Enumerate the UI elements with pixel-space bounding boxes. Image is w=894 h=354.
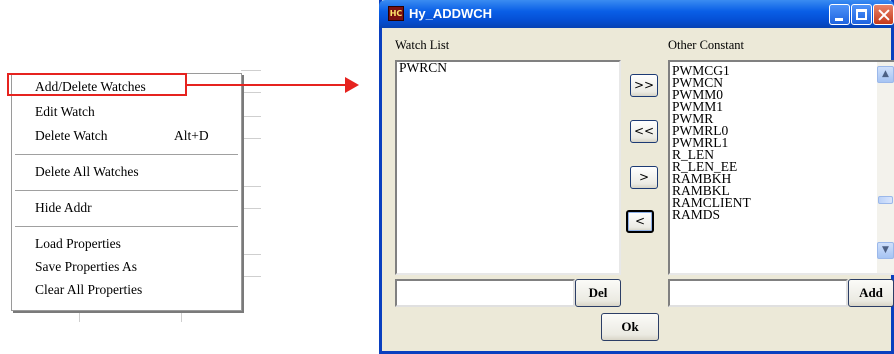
- watch-listbox[interactable]: PWRCN: [395, 60, 621, 275]
- menu-separator: [15, 226, 238, 227]
- constant-input[interactable]: [668, 279, 848, 307]
- menu-item-label: Edit Watch: [35, 104, 95, 119]
- minimize-button[interactable]: [829, 4, 850, 25]
- grid-line: [241, 116, 261, 117]
- grid-line: [241, 92, 261, 93]
- other-constant-listbox[interactable]: PWMCG1 PWMCN PWMM0 PWMM1 PWMR PWMRL0 PWM…: [668, 60, 894, 275]
- menu-item-edit-watch[interactable]: Edit Watch: [12, 102, 241, 121]
- menu-item-label: Delete Watch: [35, 128, 108, 143]
- callout-arrow-head: [345, 77, 359, 93]
- close-button[interactable]: [873, 4, 894, 25]
- menu-item-clear-all-properties[interactable]: Clear All Properties: [12, 280, 241, 299]
- move-all-left-button[interactable]: <<: [630, 120, 658, 143]
- other-constant-label: Other Constant: [668, 38, 745, 52]
- menu-item-label: Hide Addr: [35, 200, 92, 215]
- vertical-scrollbar[interactable]: ▲ ▼: [877, 62, 894, 273]
- callout-arrow-line: [187, 84, 352, 86]
- move-left-button[interactable]: <: [626, 210, 654, 233]
- dialog-title-bar[interactable]: HC Hy_ADDWCH: [379, 0, 894, 28]
- grid-line: [241, 70, 261, 71]
- menu-separator: [15, 190, 238, 191]
- scroll-up-icon[interactable]: ▲: [877, 66, 894, 83]
- menu-item-label: Delete All Watches: [35, 164, 139, 179]
- list-item[interactable]: PWRCN: [397, 62, 619, 74]
- scroll-thumb[interactable]: [878, 196, 893, 204]
- grid-line: [241, 208, 261, 209]
- menu-separator: [15, 154, 238, 155]
- watch-list-label: Watch List: [395, 38, 450, 52]
- menu-item-hide-addr[interactable]: Hide Addr: [12, 198, 241, 217]
- list-item[interactable]: RAMDS: [670, 208, 894, 222]
- menu-item-label: Clear All Properties: [35, 282, 143, 297]
- move-all-right-button[interactable]: >>: [630, 74, 658, 97]
- grid-line: [241, 254, 261, 255]
- highlight-box: [7, 73, 187, 96]
- watch-input[interactable]: [395, 279, 575, 307]
- grid-line: [241, 186, 261, 187]
- grid-line: [181, 312, 182, 322]
- menu-item-label: Save Properties As: [35, 259, 137, 274]
- add-button[interactable]: Add: [848, 279, 894, 307]
- menu-item-label: Load Properties: [35, 236, 121, 251]
- menu-item-save-properties-as[interactable]: Save Properties As: [12, 257, 241, 276]
- scroll-down-icon[interactable]: ▼: [877, 242, 894, 259]
- move-right-button[interactable]: >: [630, 166, 658, 189]
- menu-item-delete-watch[interactable]: Delete Watch Alt+D: [12, 126, 241, 145]
- maximize-button[interactable]: [851, 4, 872, 25]
- ok-button[interactable]: Ok: [601, 313, 659, 341]
- grid-line: [241, 276, 261, 277]
- app-icon: HC: [388, 6, 404, 21]
- add-watch-dialog: HC Hy_ADDWCH Watch List Other Constant P…: [379, 0, 894, 354]
- menu-item-delete-all-watches[interactable]: Delete All Watches: [12, 162, 241, 181]
- grid-line: [241, 138, 261, 139]
- dialog-title: Hy_ADDWCH: [409, 6, 493, 21]
- menu-item-accelerator: Alt+D: [174, 128, 209, 143]
- grid-line: [79, 312, 80, 322]
- del-button[interactable]: Del: [575, 279, 621, 307]
- context-menu: Add/Delete Watches Edit Watch Delete Wat…: [11, 73, 242, 311]
- menu-item-load-properties[interactable]: Load Properties: [12, 234, 241, 253]
